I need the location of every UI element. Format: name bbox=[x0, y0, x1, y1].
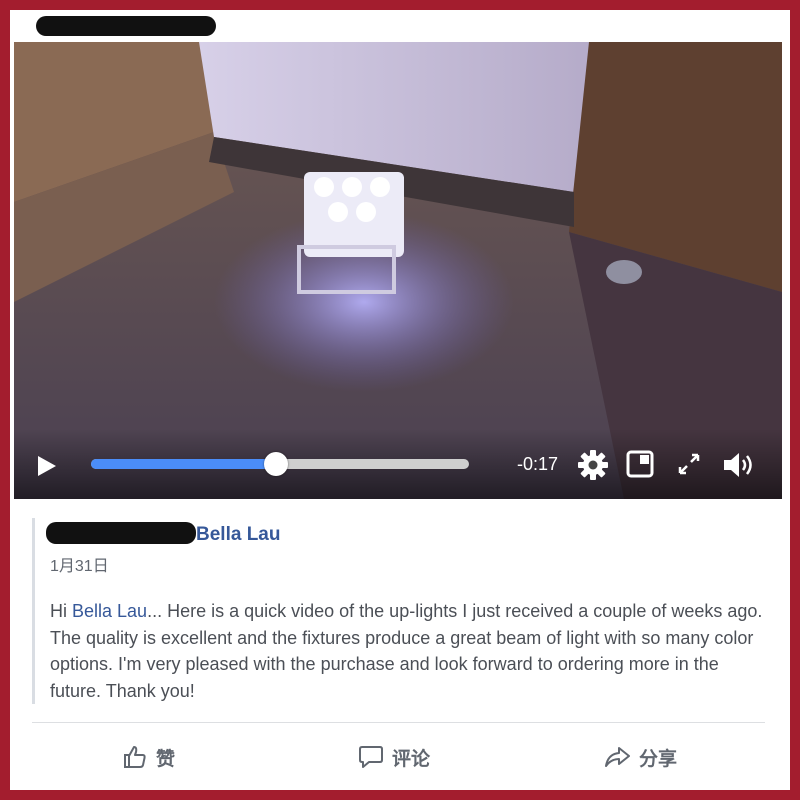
comment-date[interactable]: 1月31日 bbox=[50, 552, 109, 576]
fullscreen-icon[interactable] bbox=[677, 452, 701, 476]
comment-button[interactable]: 评论 bbox=[358, 742, 430, 772]
comment-label: 评论 bbox=[392, 748, 431, 770]
share-label: 分享 bbox=[639, 748, 678, 770]
share-button[interactable]: 分享 bbox=[603, 742, 677, 772]
comment-text-body: ... Here is a quick video of the up-ligh… bbox=[50, 601, 763, 701]
like-label: 赞 bbox=[156, 748, 176, 770]
thumbs-up-icon bbox=[124, 746, 146, 768]
video-player[interactable]: -0:17 bbox=[14, 42, 782, 499]
time-remaining: -0:17 bbox=[517, 454, 559, 474]
progress-fill bbox=[91, 459, 277, 469]
redacted-name bbox=[46, 522, 196, 544]
comment-text-prefix: Hi bbox=[50, 601, 72, 621]
comment-bubble-icon bbox=[359, 746, 383, 768]
progress-bar[interactable] bbox=[91, 452, 469, 476]
comment-quote-bar bbox=[32, 518, 35, 704]
picture-in-picture-icon[interactable] bbox=[626, 450, 656, 478]
like-button[interactable]: 赞 bbox=[122, 742, 175, 772]
comment-author-link[interactable]: Bella Lau bbox=[196, 524, 280, 546]
gear-icon[interactable] bbox=[577, 449, 609, 481]
volume-icon[interactable] bbox=[722, 449, 756, 481]
action-divider bbox=[32, 722, 765, 723]
share-arrow-icon bbox=[605, 747, 630, 767]
comment-text: Hi Bella Lau... Here is a quick video of… bbox=[50, 598, 770, 704]
redacted-header bbox=[36, 16, 216, 36]
mention-link[interactable]: Bella Lau bbox=[72, 601, 147, 621]
play-icon[interactable] bbox=[38, 456, 56, 476]
